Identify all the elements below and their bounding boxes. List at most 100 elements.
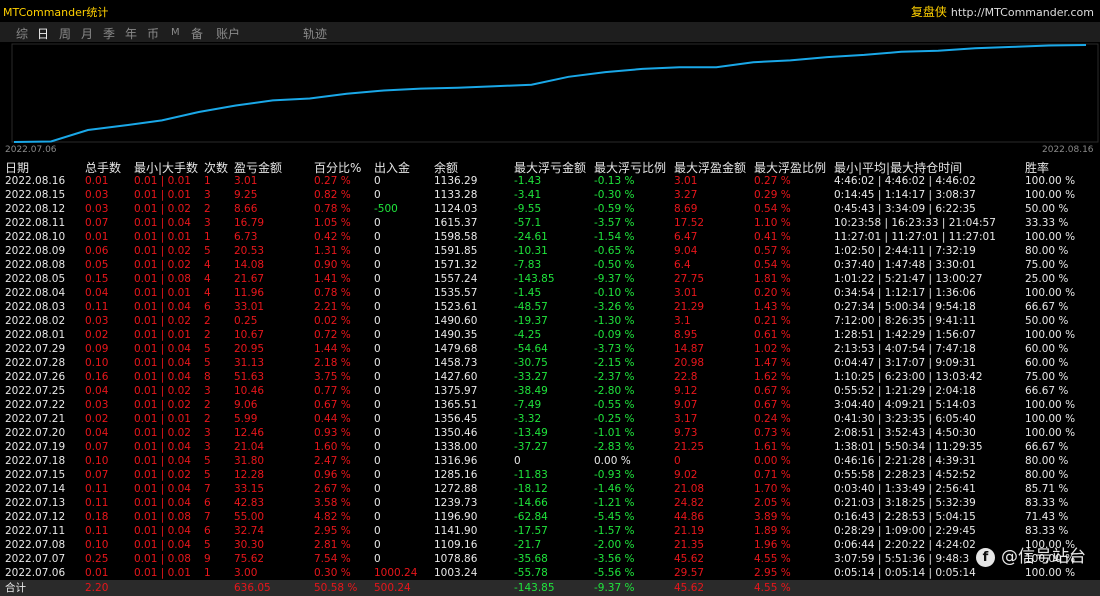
table-cell: -3.41: [514, 189, 542, 201]
table-row[interactable]: 2022.07.15 0.07 0.01 | 0.02 5 12.28 0.96 % 0 12…: [0, 468, 1100, 482]
table-cell: 0.82 %: [314, 189, 351, 201]
table-cell: 4.55 %: [754, 553, 791, 565]
table-row[interactable]: 2022.07.14 0.11 0.01 | 0.04 7 33.15 2.67 % 0 12…: [0, 482, 1100, 496]
table-cell: 0.01 | 0.08: [134, 273, 191, 285]
table-cell: 80.00 %: [1025, 469, 1069, 481]
table-cell: 21.04: [234, 441, 265, 453]
table-cell: 0: [374, 455, 381, 467]
table-cell: 3: [204, 189, 211, 201]
table-cell: 1338.00: [434, 441, 478, 453]
table-cell: 0.01 | 0.01: [134, 231, 191, 243]
tab-4[interactable]: 季: [103, 25, 115, 42]
tab-0[interactable]: 综: [16, 25, 28, 42]
table-row[interactable]: 2022.07.22 0.03 0.01 | 0.02 2 9.06 0.67 % 0 136…: [0, 398, 1100, 412]
table-cell: 32.74: [234, 525, 265, 537]
table-row[interactable]: 2022.08.08 0.05 0.01 | 0.02 4 14.08 0.90 % 0 15…: [0, 258, 1100, 272]
table-row[interactable]: 2022.08.10 0.01 0.01 | 0.01 1 6.73 0.42 % 0 159…: [0, 230, 1100, 244]
table-cell: -0.55 %: [594, 399, 635, 411]
table-cell: 6.47: [674, 231, 698, 243]
table-row[interactable]: 2022.07.25 0.04 0.01 | 0.02 3 10.46 0.77 % 0 13…: [0, 384, 1100, 398]
table-cell: 1:02:50 | 2:44:11 | 7:32:19: [834, 245, 976, 257]
table-row[interactable]: 2022.08.15 0.03 0.01 | 0.01 3 9.25 0.82 % 0 113…: [0, 188, 1100, 202]
tab-10[interactable]: 轨迹: [303, 25, 327, 42]
table-cell: 0.71 %: [754, 469, 791, 481]
table-cell: 3.89 %: [754, 511, 791, 523]
table-row[interactable]: 2022.08.16 0.01 0.01 | 0.01 1 3.01 0.27 % 0 113…: [0, 174, 1100, 188]
facebook-icon: f: [976, 548, 995, 567]
table-row[interactable]: 2022.08.09 0.06 0.01 | 0.02 5 20.53 1.31 % 0 15…: [0, 244, 1100, 258]
table-cell: 17.52: [674, 217, 705, 229]
table-cell: 0.02: [85, 413, 109, 425]
table-row[interactable]: 2022.07.18 0.10 0.01 | 0.04 5 31.80 2.47 % 0 13…: [0, 454, 1100, 468]
table-cell: 0.61 %: [754, 329, 791, 341]
table-row[interactable]: 2022.07.13 0.11 0.01 | 0.04 6 42.83 3.58 % 0 12…: [0, 496, 1100, 510]
table-row[interactable]: 2022.07.20 0.04 0.01 | 0.02 3 12.46 0.93 % 0 13…: [0, 426, 1100, 440]
table-row[interactable]: 2022.07.28 0.10 0.01 | 0.04 5 31.13 2.18 % 0 14…: [0, 356, 1100, 370]
table-row[interactable]: 2022.07.19 0.07 0.01 | 0.04 3 21.04 1.60 % 0 13…: [0, 440, 1100, 454]
table-cell: 2.95 %: [754, 567, 791, 579]
tab-3[interactable]: 月: [81, 25, 93, 42]
table-cell: 2022.07.15: [5, 469, 66, 481]
table-cell: 1000.24: [374, 567, 418, 579]
table-cell: 2022.07.08: [5, 539, 66, 551]
table-cell: 7: [204, 511, 211, 523]
tab-5[interactable]: 年: [125, 25, 137, 42]
table-cell: 0: [374, 511, 381, 523]
table-cell: 30.30: [234, 539, 265, 551]
table-cell: 1:28:51 | 1:42:29 | 1:56:07: [834, 329, 976, 341]
table-row[interactable]: 2022.08.12 0.03 0.01 | 0.02 2 8.66 0.78 % -500…: [0, 202, 1100, 216]
table-row[interactable]: 2022.08.02 0.03 0.01 | 0.02 2 0.25 0.02 % 0 149…: [0, 314, 1100, 328]
table-cell: 1557.24: [434, 273, 478, 285]
brand-url[interactable]: http://MTCommander.com: [951, 6, 1094, 19]
table-cell: 0.96 %: [314, 469, 351, 481]
table-cell: -3.32: [514, 413, 542, 425]
tab-2[interactable]: 周: [59, 25, 71, 42]
table-cell: 0: [374, 231, 381, 243]
table-cell: 2022.07.13: [5, 497, 66, 509]
table-row[interactable]: 2022.08.03 0.11 0.01 | 0.04 6 33.01 2.21 % 0 15…: [0, 300, 1100, 314]
table-row[interactable]: 2022.07.29 0.09 0.01 | 0.04 5 20.95 1.44 % 0 14…: [0, 342, 1100, 356]
tab-6[interactable]: 币: [147, 25, 159, 42]
table-cell: 0.78 %: [314, 203, 351, 215]
table-row[interactable]: 2022.07.07 0.25 0.01 | 0.08 9 75.62 7.54 % 0 10…: [0, 552, 1100, 566]
table-cell: 2022.08.08: [5, 259, 66, 271]
table-row[interactable]: 2022.07.21 0.02 0.01 | 0.01 2 5.99 0.44 % 0 135…: [0, 412, 1100, 426]
brand[interactable]: 复盘侠 http://MTCommander.com: [911, 3, 1094, 20]
table-cell: 0:41:30 | 3:23:35 | 6:05:40: [834, 413, 976, 425]
table-cell: 31.80: [234, 455, 265, 467]
table-cell: -33.27: [514, 371, 548, 383]
table-row[interactable]: 2022.08.11 0.07 0.01 | 0.04 3 16.79 1.05 % 0 16…: [0, 216, 1100, 230]
table-cell: 3.01: [674, 287, 698, 299]
tab-7[interactable]: M: [171, 27, 180, 38]
table-cell: 1.44 %: [314, 343, 351, 355]
table-cell: 1490.35: [434, 329, 478, 341]
table-cell: -54.64: [514, 343, 548, 355]
tab-8[interactable]: 备: [191, 25, 203, 42]
table-cell: 0:16:43 | 2:28:53 | 5:04:15: [834, 511, 976, 523]
table-cell: 0: [374, 385, 381, 397]
table-row[interactable]: 2022.07.26 0.16 0.01 | 0.04 8 51.63 3.75 % 0 14…: [0, 370, 1100, 384]
table-cell: 21.08: [674, 483, 705, 495]
table-cell: 0.18: [85, 511, 109, 523]
table-cell: 0.01 | 0.02: [134, 203, 191, 215]
table-row[interactable]: 2022.07.08 0.10 0.01 | 0.04 5 30.30 2.81 % 0 11…: [0, 538, 1100, 552]
table-cell: 0:05:14 | 0:05:14 | 0:05:14: [834, 567, 976, 579]
table-cell: 1535.57: [434, 287, 478, 299]
table-cell: 100.00 %: [1025, 567, 1076, 579]
table-cell: 0.05: [85, 259, 109, 271]
table-row[interactable]: 2022.07.11 0.11 0.01 | 0.04 6 32.74 2.95 % 0 11…: [0, 524, 1100, 538]
tab-1[interactable]: 日: [37, 25, 49, 42]
table-cell: -1.21 %: [594, 497, 635, 509]
tab-9[interactable]: 账户: [216, 25, 240, 42]
table-cell: 2022.08.12: [5, 203, 66, 215]
table-row[interactable]: 2022.08.05 0.15 0.01 | 0.08 4 21.67 1.41 % 0 15…: [0, 272, 1100, 286]
table-row[interactable]: 2022.08.01 0.02 0.01 | 0.01 2 10.67 0.72 % 0 14…: [0, 328, 1100, 342]
table-cell: 100.00 %: [1025, 231, 1076, 243]
table-cell: 0: [374, 301, 381, 313]
equity-chart: 2022.07.06 2022.08.16: [0, 42, 1100, 155]
table-row[interactable]: 2022.08.04 0.04 0.01 | 0.01 4 11.96 0.78 % 0 15…: [0, 286, 1100, 300]
table-row[interactable]: 2022.07.06 0.01 0.01 | 0.01 1 3.00 0.30 % 1000…: [0, 566, 1100, 580]
table-row[interactable]: 2022.07.12 0.18 0.01 | 0.08 7 55.00 4.82 % 0 11…: [0, 510, 1100, 524]
table-cell: 0.72 %: [314, 329, 351, 341]
table-cell: -0.25 %: [594, 413, 635, 425]
